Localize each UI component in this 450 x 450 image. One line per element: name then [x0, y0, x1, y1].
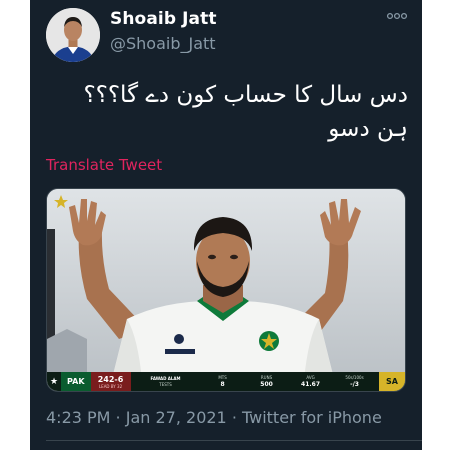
scorebar-score-sub: LEAD BY 32: [98, 383, 123, 389]
tweet-text-line: دس سال کا حساب کون دے گا؟؟؟: [83, 82, 408, 108]
scorebar-fifties-value: -/3: [350, 380, 359, 388]
scorebar-mts-value: 8: [220, 380, 225, 388]
scorebar-score-value: 242-6: [97, 374, 124, 384]
tweet-media-image[interactable]: ★ PAK 242-6 LEAD BY 32 FAWAD ALAM TESTS …: [46, 188, 406, 392]
scorebar-score: 242-6 LEAD BY 32: [90, 372, 131, 391]
scorebar-avg-value: 41.67: [301, 380, 321, 388]
scorebar-team: PAK: [61, 372, 91, 391]
translate-tweet-link[interactable]: Translate Tweet: [46, 156, 162, 174]
divider: [46, 440, 422, 441]
scorebar-runs: RUNS 500: [245, 372, 289, 391]
tweet-text: دس سال کا حساب کون دے گا؟؟؟ ہن دسو: [58, 78, 408, 146]
scorebar-player: FAWAD ALAM TESTS: [131, 372, 201, 391]
star-icon: ★: [49, 376, 59, 387]
tweet-card: Shoaib Jatt @Shoaib_Jatt دس سال کا حساب …: [30, 0, 422, 450]
author-handle[interactable]: @Shoaib_Jatt: [110, 34, 216, 53]
scorebar-mts: MTS 8: [201, 372, 245, 391]
scorebar-player-sub: TESTS: [159, 381, 172, 387]
scorebar-avg: AVG 41.67: [289, 372, 333, 391]
scorebar-fifties: 50s/100s -/3: [333, 372, 377, 391]
tweet-timestamp[interactable]: 4:23 PM · Jan 27, 2021 · Twitter for iPh…: [46, 408, 382, 427]
more-horizontal-icon[interactable]: [386, 10, 408, 22]
scorebar-opponent: SA: [379, 372, 405, 391]
author-display-name[interactable]: Shoaib Jatt: [110, 9, 217, 29]
tweet-text-line: ہن دسو: [328, 116, 408, 142]
scorebar: ★ PAK 242-6 LEAD BY 32 FAWAD ALAM TESTS …: [47, 372, 405, 391]
cricket-player-photo: [47, 189, 405, 391]
scorebar-runs-value: 500: [260, 380, 273, 388]
avatar[interactable]: [46, 8, 100, 62]
